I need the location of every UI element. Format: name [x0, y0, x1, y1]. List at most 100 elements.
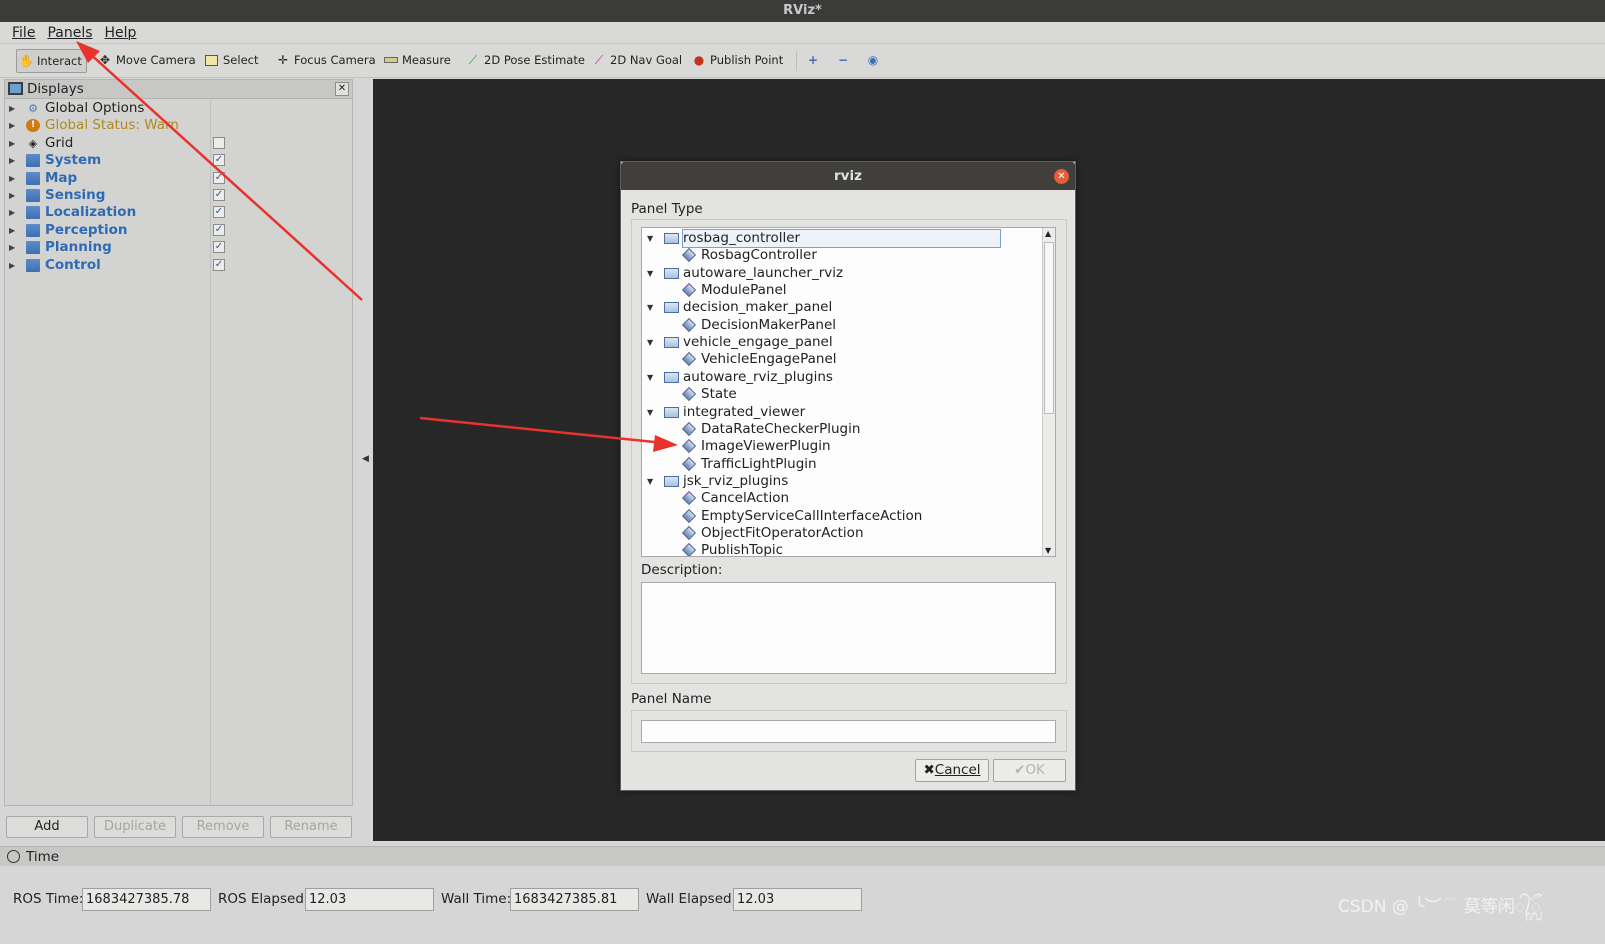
close-icon[interactable]: ✕	[1054, 169, 1069, 184]
tree-plugin-item[interactable]: VehicleEngagePanel	[642, 351, 1042, 368]
publish-point-tool[interactable]: ● Publish Point	[690, 49, 783, 73]
grid-checkbox[interactable]	[213, 136, 225, 149]
tree-plugin-item[interactable]: PublishTopic	[642, 542, 1042, 557]
expand-arrow-icon[interactable]: ▶	[9, 187, 15, 204]
expand-arrow-icon[interactable]: ▶	[9, 257, 15, 274]
perception-checkbox[interactable]: ✓	[213, 223, 225, 236]
add-tool-button[interactable]: +	[804, 49, 820, 73]
display-item-sensing[interactable]: ▶ Sensing ✓	[5, 187, 350, 204]
tree-plugin-item[interactable]: ModulePanel	[642, 282, 1042, 299]
panel-splitter[interactable]: ◀	[353, 79, 373, 841]
expand-arrow-icon[interactable]: ▼	[647, 265, 653, 282]
tree-plugin-item[interactable]: DecisionMakerPanel	[642, 317, 1042, 334]
sensing-checkbox[interactable]: ✓	[213, 189, 225, 201]
ros-time-field[interactable]: 1683427385.78	[82, 888, 211, 911]
display-item-planning[interactable]: ▶ Planning ✓	[5, 239, 350, 256]
expand-arrow-icon[interactable]: ▼	[647, 404, 653, 421]
tree-item-label: PublishTopic	[701, 542, 784, 557]
tree-package-item[interactable]: ▼ decision_maker_panel	[642, 299, 1042, 316]
expand-arrow-icon[interactable]: ▶	[9, 117, 15, 134]
menu-file[interactable]: File	[12, 22, 35, 44]
menu-help[interactable]: Help	[105, 22, 137, 44]
display-item-grid[interactable]: ▶ ◈ Grid	[5, 135, 350, 152]
tree-plugin-item[interactable]: EmptyServiceCallInterfaceAction	[642, 508, 1042, 525]
tree-plugin-item[interactable]: DataRateCheckerPlugin	[642, 421, 1042, 438]
menu-panels[interactable]: Panels	[47, 22, 92, 44]
display-item-system[interactable]: ▶ System ✓	[5, 152, 350, 169]
interact-tool[interactable]: ✋ Interact	[16, 49, 87, 73]
select-tool[interactable]: Select	[203, 49, 258, 73]
ok-button[interactable]: ✔OK	[993, 759, 1066, 782]
nav-goal-tool[interactable]: ⟋ 2D Nav Goal	[590, 49, 682, 73]
tree-package-item[interactable]: ▼ integrated_viewer	[642, 404, 1042, 421]
panel-name-input[interactable]	[641, 720, 1056, 743]
scroll-up-icon[interactable]: ▲	[1045, 229, 1051, 238]
tree-plugin-item[interactable]: CancelAction	[642, 490, 1042, 507]
expand-arrow-icon[interactable]: ▶	[9, 100, 15, 117]
wall-time-field[interactable]: 1683427385.81	[510, 888, 639, 911]
add-display-button[interactable]: Add	[6, 816, 88, 838]
tree-item-label: ModulePanel	[701, 282, 787, 299]
remove-display-button[interactable]: Remove	[182, 816, 264, 838]
pose-estimate-tool[interactable]: ⟋ 2D Pose Estimate	[464, 49, 585, 73]
scrollbar-thumb[interactable]	[1044, 242, 1054, 414]
control-checkbox[interactable]: ✓	[213, 258, 225, 271]
tree-plugin-item[interactable]: State	[642, 386, 1042, 403]
tree-package-item[interactable]: ▼ rosbag_controller	[642, 229, 1042, 248]
display-item-localization[interactable]: ▶ Localization ✓	[5, 204, 350, 221]
tree-package-item[interactable]: ▼ autoware_rviz_plugins	[642, 369, 1042, 386]
duplicate-display-button[interactable]: Duplicate	[94, 816, 176, 838]
display-item-control[interactable]: ▶ Control ✓	[5, 257, 350, 274]
expand-arrow-icon[interactable]: ▶	[9, 204, 15, 221]
rename-display-button[interactable]: Rename	[270, 816, 352, 838]
expand-arrow-icon[interactable]: ▼	[647, 369, 653, 386]
collapse-left-icon[interactable]: ◀	[362, 454, 369, 464]
tree-package-item[interactable]: ▼ vehicle_engage_panel	[642, 334, 1042, 351]
expand-arrow-icon[interactable]: ▼	[647, 334, 653, 351]
measure-icon	[384, 57, 398, 63]
localization-checkbox[interactable]: ✓	[213, 206, 225, 219]
measure-tool[interactable]: Measure	[382, 49, 451, 73]
expand-arrow-icon[interactable]: ▶	[9, 152, 15, 169]
cancel-label: Cancel	[934, 762, 981, 778]
clock-icon	[7, 850, 20, 863]
camera-type-button[interactable]: ◉	[864, 49, 880, 73]
expand-arrow-icon[interactable]: ▶	[9, 135, 15, 152]
folder-icon	[26, 258, 40, 272]
close-icon[interactable]: ✕	[335, 82, 349, 96]
plugin-icon	[681, 491, 697, 506]
expand-arrow-icon[interactable]: ▼	[647, 299, 653, 316]
tree-package-item[interactable]: ▼ jsk_rviz_plugins	[642, 473, 1042, 490]
tree-item-label: RosbagController	[701, 247, 817, 264]
tree-package-item[interactable]: ▼ autoware_launcher_rviz	[642, 265, 1042, 282]
remove-tool-button[interactable]: −	[834, 49, 850, 73]
expand-arrow-icon[interactable]: ▶	[9, 239, 15, 256]
map-checkbox[interactable]: ✓	[213, 171, 225, 184]
tree-plugin-item[interactable]: TrafficLightPlugin	[642, 456, 1042, 473]
scroll-down-icon[interactable]: ▼	[1045, 546, 1051, 555]
expand-arrow-icon[interactable]: ▼	[647, 230, 653, 247]
move-camera-tool[interactable]: ✥ Move Camera	[96, 49, 196, 73]
dialog-title-bar: rviz ✕	[621, 162, 1075, 190]
tree-scrollbar[interactable]: ▲ ▼	[1042, 228, 1055, 556]
expand-arrow-icon[interactable]: ▶	[9, 222, 15, 239]
planning-checkbox[interactable]: ✓	[213, 241, 225, 254]
expand-arrow-icon[interactable]: ▼	[647, 473, 653, 490]
menu-bar: File Panels Help	[0, 22, 1605, 44]
panel-type-tree[interactable]: ▼ rosbag_controller RosbagController ▼ autow…	[641, 227, 1056, 557]
cancel-button[interactable]: ✖Cancel	[915, 759, 989, 782]
ros-elapsed-field[interactable]: 12.03	[305, 888, 434, 911]
tree-plugin-item[interactable]: RosbagController	[642, 247, 1042, 264]
display-item-map[interactable]: ▶ Map ✓	[5, 170, 350, 187]
warning-icon: !	[26, 119, 40, 133]
tree-plugin-item[interactable]: ObjectFitOperatorAction	[642, 525, 1042, 542]
system-checkbox[interactable]: ✓	[213, 154, 225, 167]
wall-elapsed-field[interactable]: 12.03	[733, 888, 862, 911]
expand-arrow-icon[interactable]: ▶	[9, 170, 15, 187]
ros-elapsed-label: ROS Elapsed:	[218, 891, 309, 907]
tree-plugin-item[interactable]: ImageViewerPlugin	[642, 438, 1042, 455]
display-item-perception[interactable]: ▶ Perception ✓	[5, 222, 350, 239]
focus-camera-tool[interactable]: ✛ Focus Camera	[274, 49, 376, 73]
display-item-global-options[interactable]: ▶ ⚙ Global Options	[5, 100, 350, 117]
display-item-global-status[interactable]: ▶! Global Status: Warn	[5, 117, 350, 134]
